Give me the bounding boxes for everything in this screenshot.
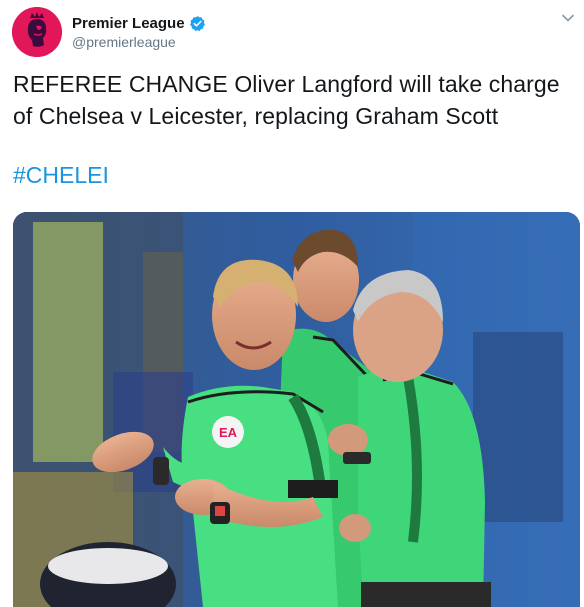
handle[interactable]: @premierleague <box>72 34 176 50</box>
tweet-card: Premier League @premierleague REFEREE CH… <box>0 0 584 607</box>
chevron-down-icon[interactable] <box>560 10 576 26</box>
tweet-photo[interactable]: EA <box>13 212 580 607</box>
display-name[interactable]: Premier League <box>72 15 185 32</box>
verified-badge-icon <box>189 15 205 31</box>
name-row: Premier League <box>72 13 206 33</box>
lion-logo-icon <box>12 7 62 57</box>
ea-badge-text: EA <box>219 425 238 440</box>
tweet-text: REFEREE CHANGE Oliver Langford will take… <box>13 71 560 129</box>
referees-photo: EA <box>13 212 580 607</box>
avatar[interactable] <box>12 7 62 57</box>
hashtag-link[interactable]: #CHELEI <box>13 159 109 191</box>
